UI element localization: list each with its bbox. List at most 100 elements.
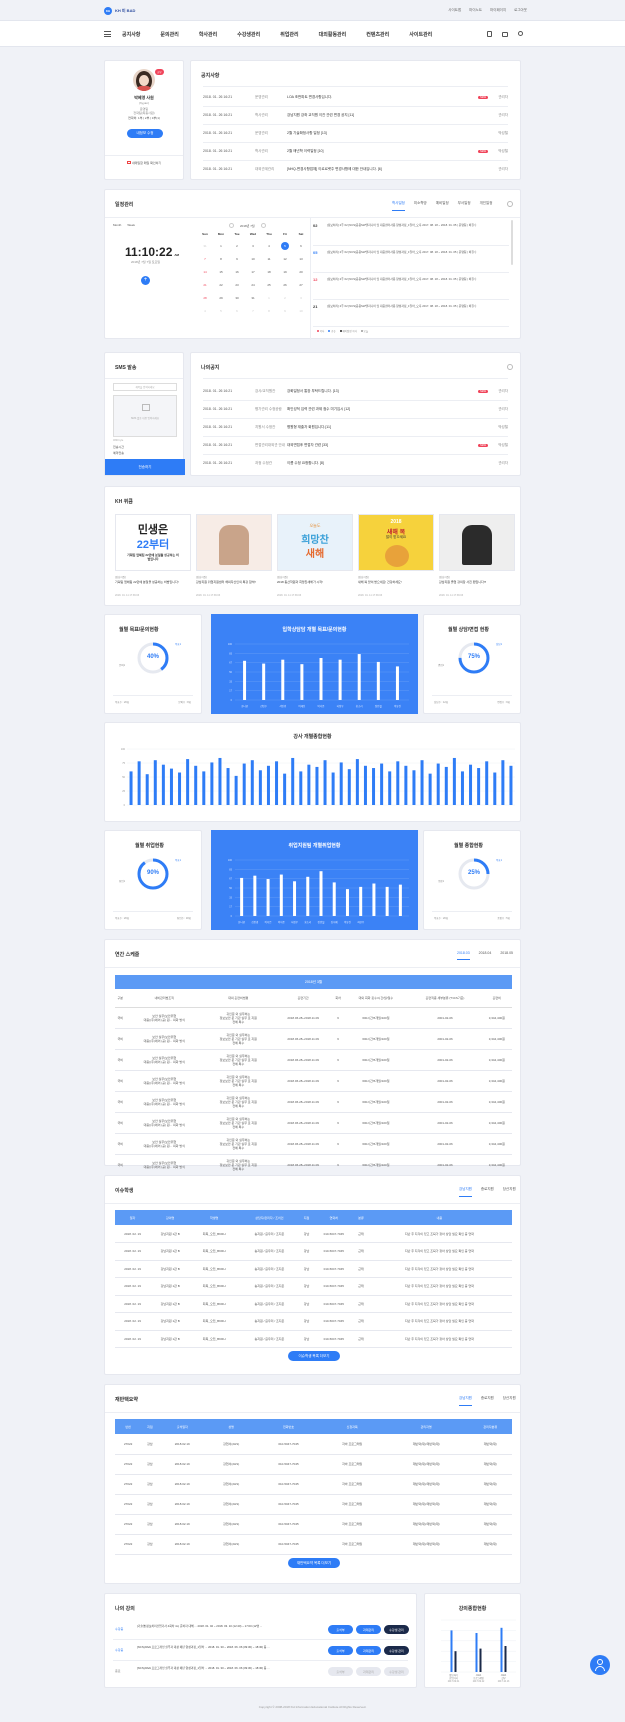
sitemap-link[interactable]: 사이트맵	[448, 8, 461, 13]
attendance-button[interactable]: 출석부	[328, 1667, 353, 1676]
table-row[interactable]: 국비 보안 실무(보안위협 대응)(주)에어 (공) 원... 외화 방식 귀인문 …	[115, 1133, 512, 1155]
nav-students[interactable]: 수강생관리	[237, 31, 260, 38]
lecture-title-text[interactable]: [NCS]JAVA 프로그래밍 실무자 대상 매년 양성과정_1일차 ... 2…	[137, 1645, 307, 1649]
calendar-day[interactable]: 5	[281, 242, 289, 250]
calendar-day[interactable]: 18	[265, 268, 273, 276]
tab-2018-03[interactable]: 2018.03	[457, 951, 470, 960]
kh-thumbnail[interactable]: 오늘도 희망찬 새해	[277, 514, 353, 571]
nav-inquiry[interactable]: 문의관리	[160, 31, 178, 38]
sms-reserve[interactable]: 예약전송	[113, 451, 124, 455]
attendance-button[interactable]: 출석부	[328, 1646, 353, 1655]
calendar-day[interactable]: 4	[265, 242, 273, 250]
calendar-day[interactable]: 27	[297, 281, 305, 289]
tab-misc[interactable]: 미소학방	[414, 201, 427, 211]
table-row[interactable]: 2018. 02. 19 강남지원 1관 B 최목_오전_BKRH 송지원 / 윤우리…	[115, 1295, 512, 1313]
tab-dangsan[interactable]: 당산지원	[503, 1187, 516, 1197]
calendar-day[interactable]: 31	[201, 242, 209, 250]
mynote-link[interactable]: 마이노트	[469, 8, 482, 13]
sms-subject-input[interactable]: 제목을 입력하세요	[113, 383, 177, 391]
kh-text[interactable]: 새해 복 많이 받으세요! 건강하세요!	[358, 580, 434, 584]
calendar-day[interactable]: 26	[281, 281, 289, 289]
kh-text[interactable]: 강남지원 취업지원센터 해외자산인의 특강 참석!!	[196, 580, 272, 584]
lecture-title-text[interactable]: [기술명]정보처리산업기사 4회차 4시 준비자 대해 ... 2018. 01…	[137, 1624, 307, 1628]
calendar-day[interactable]: 1	[217, 242, 225, 250]
table-row[interactable]: 국비 보안 실무(보안위협 대응)(주)에어 (공) 원... 외화 방식 귀인문 …	[115, 1028, 512, 1050]
kh-text[interactable]: 2018 동산학원과 희망찬새해가 시작!	[277, 580, 353, 584]
nav-external[interactable]: 대외활동관리	[319, 31, 347, 38]
student-manage-button[interactable]: 수강생 관리	[384, 1667, 409, 1676]
calendar-day[interactable]: 12	[281, 255, 289, 263]
student-manage-button[interactable]: 수강생 관리	[384, 1625, 409, 1634]
calendar-day[interactable]: 10	[297, 307, 305, 315]
notice-row[interactable]: 2018. 01. 26 16:21 평가관리 수정공람 확인성적 입력 관련 과제…	[203, 404, 508, 414]
calendar-day[interactable]: 10	[249, 255, 257, 263]
kh-thumbnail[interactable]	[196, 514, 272, 571]
tab-2018-05[interactable]: 2018.05	[500, 951, 513, 960]
table-row[interactable]: 2018. 02. 19 강남지원 1관 B 최목_오전_BKRH 송지원 / 윤우리…	[115, 1242, 512, 1261]
table-row[interactable]: 국비 보안 실무(보안위협 대응)(주)에어 (공) 원... 외화 방식 귀인문 …	[115, 1091, 512, 1113]
table-row[interactable]: 2018. 02. 19 강남지원 1관 B 최목_오전_BKRH 송지원 / 윤우리…	[115, 1312, 512, 1331]
calendar-day[interactable]: 3	[249, 242, 257, 250]
logo[interactable]: KH KH 미 BAD	[104, 7, 135, 15]
event-item[interactable]: 02 [정보처리] 2주 02 [NCS]응용SW엔지니어 및 대응센터사용 양성…	[313, 220, 509, 246]
calendar-day[interactable]: 30	[233, 294, 241, 302]
calendar-day[interactable]: 13	[297, 255, 305, 263]
sms-send-time[interactable]: 전송시간	[113, 445, 124, 449]
kh-thumbnail[interactable]	[439, 514, 515, 571]
kh-text[interactable]: 기획팀 업체팀 22만에 분일을 성공하는 비법입니다!	[115, 580, 191, 584]
tab-dangsan[interactable]: 당산지원	[503, 1396, 516, 1406]
table-row[interactable]: 27022 강남 2018.02.19 강현서(2HS) 010-5047-7045 자바…	[115, 1434, 512, 1455]
table-row[interactable]: 27022 강남 2018.02.19 강현서(2HS) 010-5047-7045 자바…	[115, 1454, 512, 1475]
calendar-day[interactable]: 31	[249, 294, 257, 302]
gear-icon[interactable]	[507, 364, 513, 370]
notice-row[interactable]: 2018. 01. 26 16:21 학사관리 2월 매년학 이력일정 [10] NE…	[203, 146, 508, 156]
tab-dept[interactable]: 부서일정	[458, 201, 471, 211]
notice-text[interactable]: 강남지원 강좌 교직원 이관 관련 변경 공지 [11]	[287, 113, 488, 118]
calendar-day[interactable]: 8	[265, 307, 273, 315]
table-row[interactable]: 국비 보안 실무(보안위협 대응)(주)에어 (공) 원... 외화 방식 귀인문 …	[115, 1070, 512, 1092]
notice-row[interactable]: 2018. 01. 26 16:21 학사관리 강남지원 강좌 교직원 이관 관련 …	[203, 110, 508, 120]
user-icon[interactable]	[518, 31, 523, 36]
prev-month-icon[interactable]	[229, 223, 234, 228]
notice-text[interactable]: 2월 매년학 이력일정 [10]	[287, 149, 475, 154]
table-row[interactable]: 국비 보안 실무(보안위협 대응)(주)에어 (공) 원... 외화 방식 귀인문 …	[115, 1112, 512, 1134]
notice-row[interactable]: 2018. 01. 26 16:21 면접관리대외관 안내 대외면접후 면접자 관련…	[203, 440, 508, 450]
notice-text[interactable]: 2월 기술확정사항 일정 [13]	[287, 131, 488, 136]
table-row[interactable]: 2018. 02. 19 강남지원 1관 B 최목_오전_BKRH 송지원 / 윤우리…	[115, 1330, 512, 1348]
calendar-day[interactable]: 6	[233, 307, 241, 315]
calendar-day[interactable]: 29	[217, 294, 225, 302]
tab-academic[interactable]: 학사일정	[392, 201, 405, 211]
calendar-day[interactable]: 11	[265, 255, 273, 263]
edit-profile-button[interactable]: 내정보 수정	[127, 129, 163, 138]
notice-row[interactable]: 2018. 01. 26 16:21 강사/교직원관 강화일정서 통장 부탁드립니다…	[203, 386, 508, 396]
table-row[interactable]: 2018. 02. 19 강남지원 1관 B 최목_오전_BKRH 송지원 / 윤우리…	[115, 1225, 512, 1243]
sms-send-button[interactable]: 전송하기	[105, 459, 185, 475]
table-row[interactable]: 국비 보안 실무(보안위협 대응)(주)에어 (공) 원... 외화 방식 귀인문 …	[115, 1049, 512, 1071]
nav-site[interactable]: 사이트관리	[409, 31, 432, 38]
notice-row[interactable]: 2018. 01. 26 16:21 운영관리 LOA 조판파트 변경사항입니다. N…	[203, 92, 508, 102]
notice-text[interactable]: [NHQ-변경사항업체] 이르르렛주 변경사항에 대한 안내입니다. [6]	[287, 167, 488, 172]
calendar-day[interactable]: 6	[297, 242, 305, 250]
notice-row[interactable]: 2018. 01. 26 16:21 지원서 수정관 병원형 재출자 회원입니다.[…	[203, 422, 508, 432]
tab-reserve[interactable]: 예비일정	[436, 201, 449, 211]
reenroll-more-button[interactable]: 재반택요약 목록 더보기	[288, 1558, 340, 1568]
calendar-day[interactable]: 21	[201, 281, 209, 289]
calendar-day[interactable]: 4	[201, 307, 209, 315]
calendar-day[interactable]: 1	[265, 294, 273, 302]
notice-text[interactable]: 병원형 재출자 회원입니다.[11]	[287, 425, 488, 430]
nav-notice[interactable]: 공지사항	[122, 31, 140, 38]
calendar-day[interactable]: 20	[297, 268, 305, 276]
assignment-button[interactable]: 과제관리	[356, 1646, 381, 1655]
tab-2018-04[interactable]: 2018.04	[479, 951, 492, 960]
table-row[interactable]: 국비 보안 실무(보안위협 대응)(주)에어 (공) 원... 외화 방식 귀인문 …	[115, 1007, 512, 1029]
table-row[interactable]: 27022 강남 2018.02.19 강현서(2HS) 010-5047-7045 자바…	[115, 1534, 512, 1555]
week-view-button[interactable]: Week	[127, 223, 135, 227]
assignment-button[interactable]: 과제관리	[356, 1667, 381, 1676]
table-row[interactable]: 국비 보안 실무(보안위협 대응)(주)에어 (공) 원... 외화 방식 귀인문 …	[115, 1154, 512, 1176]
assignment-button[interactable]: 과제관리	[356, 1625, 381, 1634]
nav-employment[interactable]: 취업관리	[280, 31, 298, 38]
calendar-day[interactable]: 2	[281, 294, 289, 302]
calendar-day[interactable]: 9	[281, 307, 289, 315]
notice-text[interactable]: LOA 조판파트 변경사항입니다.	[287, 95, 475, 100]
tab-gangnam[interactable]: 강남지원	[459, 1396, 472, 1406]
